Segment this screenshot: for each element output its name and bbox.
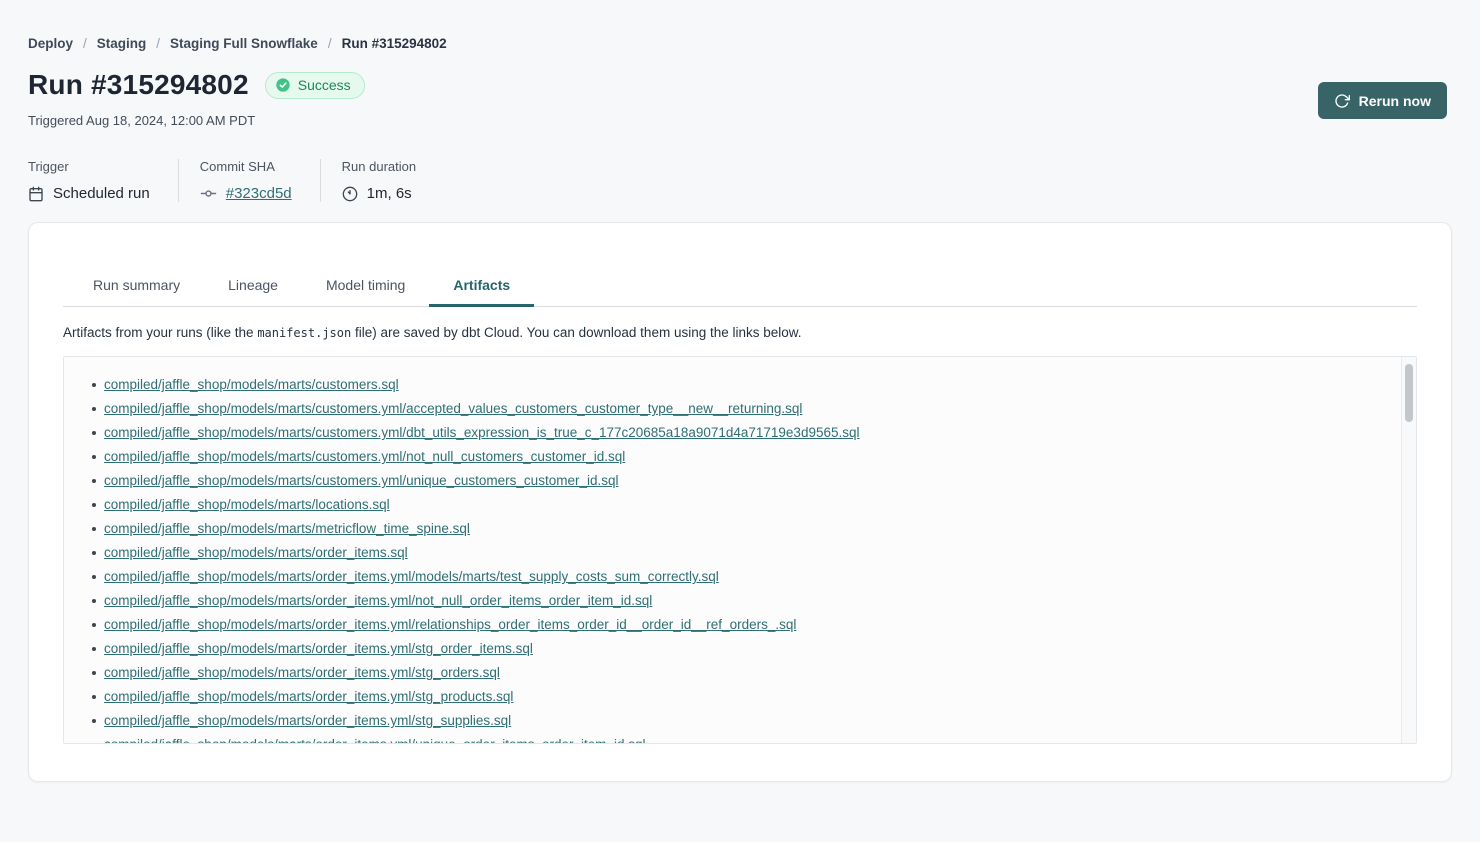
status-badge: Success xyxy=(265,72,365,99)
breadcrumb-item-staging[interactable]: Staging xyxy=(97,36,147,51)
status-badge-label: Success xyxy=(298,77,351,93)
artifact-list: compiled/jaffle_shop/models/marts/custom… xyxy=(64,357,1416,744)
breadcrumb-item-job[interactable]: Staging Full Snowflake xyxy=(170,36,318,51)
page-title: Run #315294802 xyxy=(28,67,249,103)
artifact-list-item: compiled/jaffle_shop/models/marts/custom… xyxy=(64,421,1396,445)
commit-sha-link[interactable]: #323cd5d xyxy=(226,185,292,202)
artifact-link[interactable]: compiled/jaffle_shop/models/marts/custom… xyxy=(104,425,860,440)
manifest-json-code: manifest.json xyxy=(257,326,351,340)
artifact-list-item: compiled/jaffle_shop/models/marts/order_… xyxy=(64,661,1396,685)
artifact-link[interactable]: compiled/jaffle_shop/models/marts/custom… xyxy=(104,401,802,416)
calendar-icon xyxy=(28,186,44,202)
refresh-icon xyxy=(1334,93,1350,109)
tab-lineage[interactable]: Lineage xyxy=(204,267,302,306)
meta-duration: Run duration 1m, 6s xyxy=(320,159,444,202)
artifact-list-item: compiled/jaffle_shop/models/marts/order_… xyxy=(64,613,1396,637)
artifact-list-panel: compiled/jaffle_shop/models/marts/custom… xyxy=(63,356,1417,744)
artifact-link[interactable]: compiled/jaffle_shop/models/marts/order_… xyxy=(104,689,513,704)
artifact-link[interactable]: compiled/jaffle_shop/models/marts/order_… xyxy=(104,545,408,560)
rerun-now-button[interactable]: Rerun now xyxy=(1318,82,1447,119)
artifact-link[interactable]: compiled/jaffle_shop/models/marts/locati… xyxy=(104,497,390,512)
artifact-list-item: compiled/jaffle_shop/models/marts/order_… xyxy=(64,733,1396,744)
run-detail-page: Deploy / Staging / Staging Full Snowflak… xyxy=(0,0,1480,782)
check-circle-icon xyxy=(275,77,291,93)
breadcrumb-separator: / xyxy=(83,36,87,51)
tab-bar: Run summary Lineage Model timing Artifac… xyxy=(63,223,1417,307)
breadcrumb-item-deploy[interactable]: Deploy xyxy=(28,36,73,51)
title-row: Run #315294802 Success xyxy=(28,67,1452,103)
artifact-list-item: compiled/jaffle_shop/models/marts/order_… xyxy=(64,637,1396,661)
artifact-link[interactable]: compiled/jaffle_shop/models/marts/custom… xyxy=(104,473,618,488)
scrollbar-track[interactable] xyxy=(1401,357,1416,743)
artifact-link[interactable]: compiled/jaffle_shop/models/marts/order_… xyxy=(104,617,796,632)
artifact-link[interactable]: compiled/jaffle_shop/models/marts/order_… xyxy=(104,665,500,680)
breadcrumb-separator: / xyxy=(328,36,332,51)
artifact-list-item: compiled/jaffle_shop/models/marts/locati… xyxy=(64,493,1396,517)
artifact-link[interactable]: compiled/jaffle_shop/models/marts/custom… xyxy=(104,449,625,464)
breadcrumb: Deploy / Staging / Staging Full Snowflak… xyxy=(28,0,1452,51)
run-meta-row: Trigger Scheduled run Commit SHA xyxy=(28,159,1452,202)
meta-commit-label: Commit SHA xyxy=(200,159,292,174)
artifact-list-item: compiled/jaffle_shop/models/marts/custom… xyxy=(64,397,1396,421)
triggered-timestamp: Triggered Aug 18, 2024, 12:00 AM PDT xyxy=(28,113,1452,128)
breadcrumb-item-current-run: Run #315294802 xyxy=(342,36,447,51)
artifact-link[interactable]: compiled/jaffle_shop/models/marts/custom… xyxy=(104,377,399,392)
artifact-link[interactable]: compiled/jaffle_shop/models/marts/order_… xyxy=(104,737,646,744)
meta-duration-label: Run duration xyxy=(342,159,416,174)
artifact-list-item: compiled/jaffle_shop/models/marts/custom… xyxy=(64,373,1396,397)
artifact-link[interactable]: compiled/jaffle_shop/models/marts/metric… xyxy=(104,521,470,536)
scrollbar-thumb[interactable] xyxy=(1405,364,1413,422)
meta-trigger: Trigger Scheduled run xyxy=(28,159,178,202)
clock-icon xyxy=(342,186,358,202)
artifact-list-item: compiled/jaffle_shop/models/marts/order_… xyxy=(64,709,1396,733)
tab-model-timing[interactable]: Model timing xyxy=(302,267,429,306)
artifact-link[interactable]: compiled/jaffle_shop/models/marts/order_… xyxy=(104,713,511,728)
tab-run-summary[interactable]: Run summary xyxy=(69,267,204,306)
meta-trigger-value: Scheduled run xyxy=(53,185,150,202)
git-commit-icon xyxy=(200,185,217,202)
meta-trigger-label: Trigger xyxy=(28,159,150,174)
artifacts-description: Artifacts from your runs (like the manif… xyxy=(63,325,1417,340)
artifact-list-item: compiled/jaffle_shop/models/marts/custom… xyxy=(64,445,1396,469)
run-detail-card: Run summary Lineage Model timing Artifac… xyxy=(28,222,1452,782)
artifact-link[interactable]: compiled/jaffle_shop/models/marts/order_… xyxy=(104,593,652,608)
tab-artifacts[interactable]: Artifacts xyxy=(429,267,534,306)
artifact-link[interactable]: compiled/jaffle_shop/models/marts/order_… xyxy=(104,569,719,584)
meta-commit: Commit SHA #323cd5d xyxy=(178,159,320,202)
artifact-link[interactable]: compiled/jaffle_shop/models/marts/order_… xyxy=(104,641,533,656)
artifact-list-item: compiled/jaffle_shop/models/marts/custom… xyxy=(64,469,1396,493)
artifact-list-item: compiled/jaffle_shop/models/marts/order_… xyxy=(64,565,1396,589)
breadcrumb-separator: / xyxy=(156,36,160,51)
rerun-now-label: Rerun now xyxy=(1359,93,1431,109)
artifact-list-item: compiled/jaffle_shop/models/marts/order_… xyxy=(64,685,1396,709)
meta-duration-value: 1m, 6s xyxy=(367,185,412,202)
artifact-list-item: compiled/jaffle_shop/models/marts/metric… xyxy=(64,517,1396,541)
artifact-list-item: compiled/jaffle_shop/models/marts/order_… xyxy=(64,589,1396,613)
artifact-list-item: compiled/jaffle_shop/models/marts/order_… xyxy=(64,541,1396,565)
